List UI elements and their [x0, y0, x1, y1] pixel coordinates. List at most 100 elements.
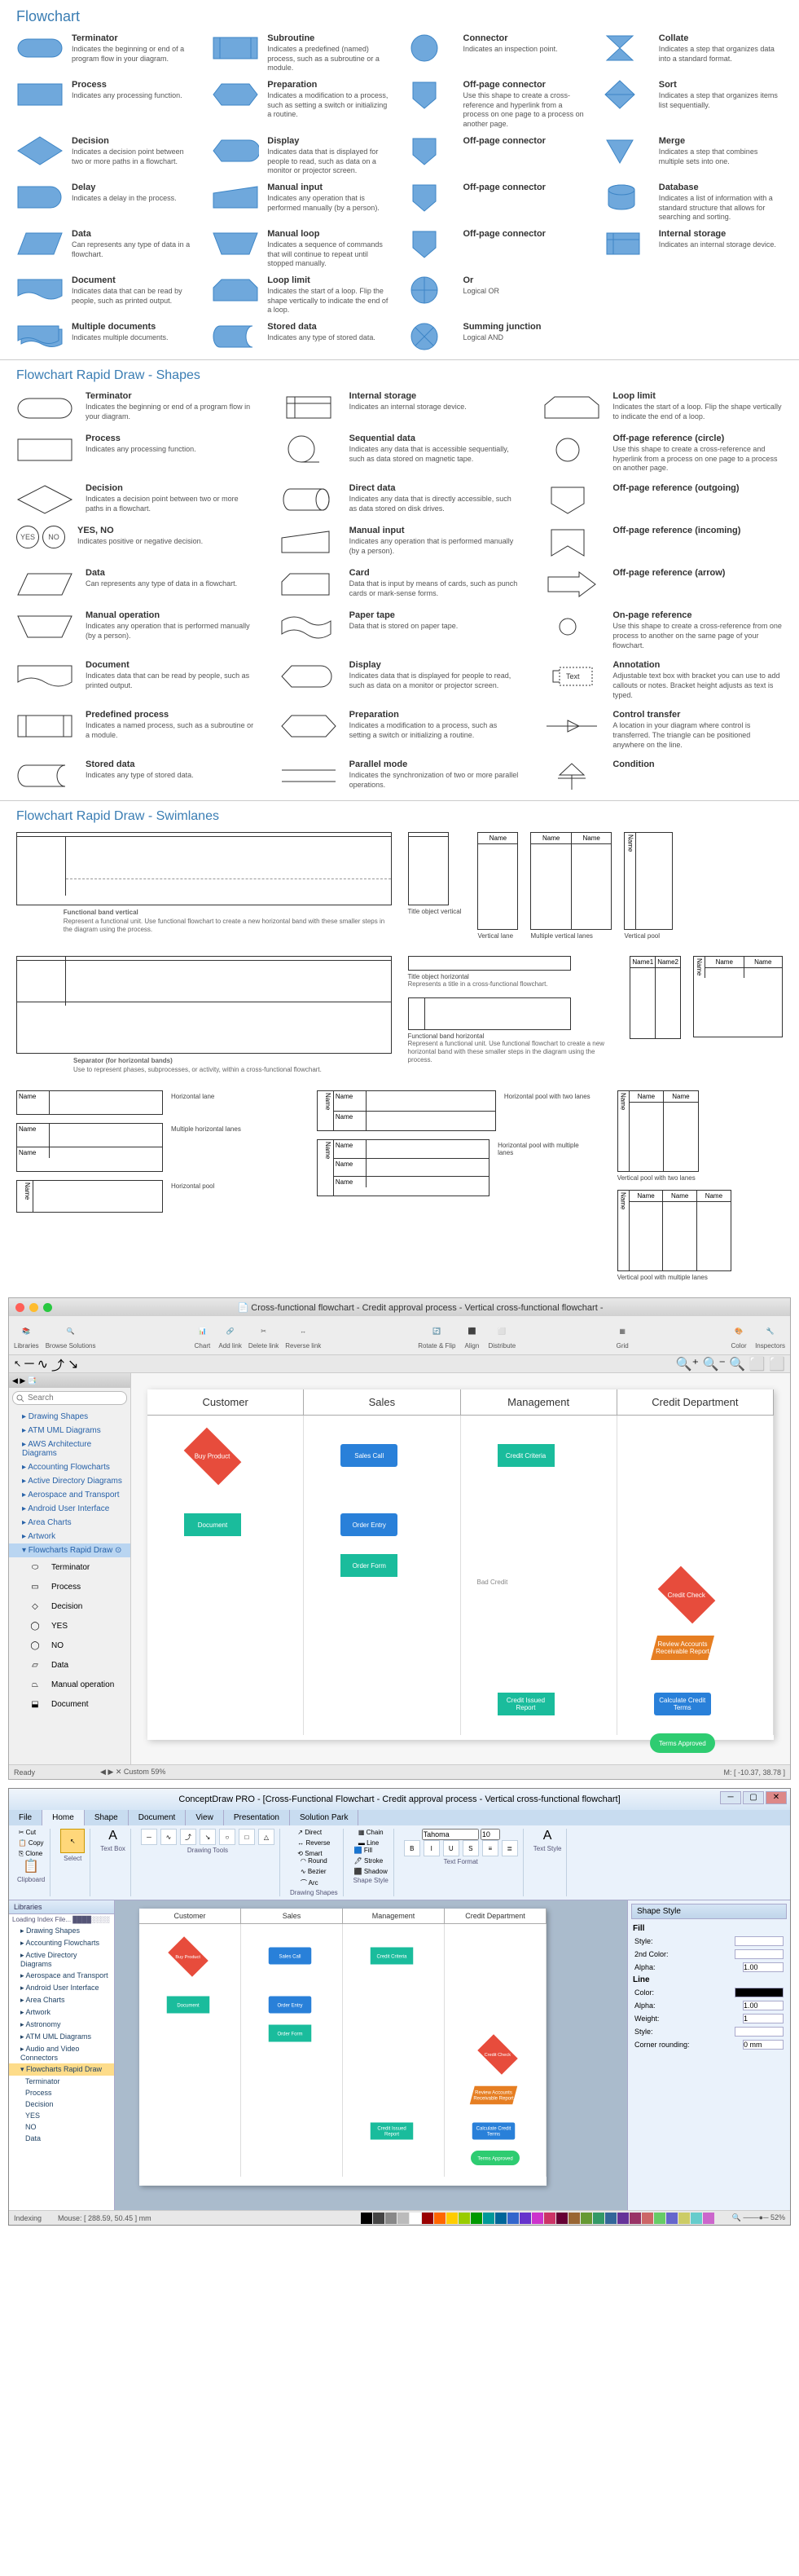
- shape-palette-item[interactable]: ⏢Manual operation: [9, 1675, 130, 1694]
- color-swatch[interactable]: [642, 2213, 653, 2224]
- tab-shape[interactable]: Shape: [85, 1810, 129, 1825]
- node-approved[interactable]: Terms Approved: [650, 1733, 715, 1753]
- color-swatches[interactable]: [359, 2211, 716, 2226]
- color-swatch[interactable]: [471, 2213, 482, 2224]
- browse-solutions-button[interactable]: 🔍Browse Solutions: [46, 1321, 96, 1350]
- win-shape-item[interactable]: Data: [9, 2133, 114, 2144]
- color-swatch[interactable]: [581, 2213, 592, 2224]
- grid-button[interactable]: ▦Grid: [612, 1321, 632, 1350]
- color-swatch[interactable]: [507, 2213, 519, 2224]
- zoom-button[interactable]: [43, 1303, 52, 1312]
- color-swatch[interactable]: [520, 2213, 531, 2224]
- sidebar-item[interactable]: ▸ Aerospace and Transport: [9, 1488, 130, 1502]
- color-swatch[interactable]: [654, 2213, 665, 2224]
- sidebar-item[interactable]: ▸ AWS Architecture Diagrams: [9, 1438, 130, 1460]
- color-swatch[interactable]: [422, 2213, 433, 2224]
- reverse-link-button[interactable]: ↔Reverse link: [285, 1321, 321, 1350]
- node-order-form[interactable]: Order Form: [340, 1554, 397, 1577]
- color-swatch[interactable]: [605, 2213, 617, 2224]
- color-button[interactable]: 🎨Color: [729, 1321, 749, 1350]
- win-sidebar-item[interactable]: ▸ ATM UML Diagrams: [9, 2031, 114, 2043]
- minimize-button[interactable]: [29, 1303, 38, 1312]
- win-sidebar-item[interactable]: ▸ Audio and Video Connectors: [9, 2043, 114, 2063]
- shape-palette-item[interactable]: ◯YES: [9, 1616, 130, 1636]
- color-swatch[interactable]: [385, 2213, 397, 2224]
- shape-palette-item[interactable]: ⬭Terminator: [9, 1557, 130, 1577]
- win-close-button[interactable]: ✕: [766, 1791, 787, 1804]
- chart-button[interactable]: 📊Chart: [192, 1321, 212, 1350]
- distribute-button[interactable]: ⬜Distribute: [488, 1321, 516, 1350]
- tab-view[interactable]: View: [186, 1810, 224, 1825]
- sidebar-item[interactable]: ▸ Artwork: [9, 1530, 130, 1543]
- win-sidebar-item[interactable]: ▸ Android User Interface: [9, 1982, 114, 1994]
- win-max-button[interactable]: ▢: [743, 1791, 764, 1804]
- tab-solution-park[interactable]: Solution Park: [290, 1810, 358, 1825]
- font-name-input[interactable]: [422, 1829, 479, 1840]
- canvas[interactable]: CustomerSalesManagementCredit Department…: [131, 1373, 790, 1764]
- sidebar-item-selected[interactable]: ▾ Flowcharts Rapid Draw ⊙: [9, 1543, 130, 1557]
- color-swatch[interactable]: [617, 2213, 629, 2224]
- sidebar-item[interactable]: ▸ Area Charts: [9, 1516, 130, 1530]
- color-swatch[interactable]: [446, 2213, 458, 2224]
- search-input[interactable]: [12, 1391, 127, 1405]
- sidebar-item[interactable]: ▸ Android User Interface: [9, 1502, 130, 1516]
- color-swatch[interactable]: [434, 2213, 446, 2224]
- color-swatch[interactable]: [410, 2213, 421, 2224]
- color-swatch[interactable]: [373, 2213, 384, 2224]
- node-buy[interactable]: Buy Product: [184, 1428, 242, 1486]
- tab-document[interactable]: Document: [129, 1810, 187, 1825]
- rotate-&-flip-button[interactable]: 🔄Rotate & Flip: [418, 1321, 455, 1350]
- win-shape-item[interactable]: Terminator: [9, 2076, 114, 2087]
- sidebar-item[interactable]: ▸ ATM UML Diagrams: [9, 1424, 130, 1438]
- sidebar-item[interactable]: ▸ Active Directory Diagrams: [9, 1474, 130, 1488]
- inspectors-button[interactable]: 🔧Inspectors: [755, 1321, 785, 1350]
- win-zoom[interactable]: 52%: [770, 2213, 785, 2222]
- add-link-button[interactable]: 🔗Add link: [218, 1321, 241, 1350]
- node-order-entry[interactable]: Order Entry: [340, 1513, 397, 1536]
- win-shape-item[interactable]: YES: [9, 2110, 114, 2121]
- color-swatch[interactable]: [678, 2213, 690, 2224]
- win-sidebar-item[interactable]: ▸ Aerospace and Transport: [9, 1970, 114, 1982]
- node-calc[interactable]: Calculate Credit Terms: [654, 1693, 711, 1715]
- node-sales-call[interactable]: Sales Call: [340, 1444, 397, 1467]
- tab-home[interactable]: Home: [42, 1810, 85, 1825]
- node-review[interactable]: Review Accounts Receivable Report: [651, 1636, 714, 1660]
- win-sidebar-item[interactable]: ▸ Astronomy: [9, 2019, 114, 2031]
- win-sidebar-item[interactable]: ▸ Active Directory Diagrams: [9, 1949, 114, 1970]
- delete-link-button[interactable]: ✂Delete link: [248, 1321, 279, 1350]
- corner-input[interactable]: [743, 2040, 784, 2050]
- color-swatch[interactable]: [666, 2213, 678, 2224]
- fill-color2-picker[interactable]: [735, 1949, 784, 1959]
- node-criteria[interactable]: Credit Criteria: [498, 1444, 555, 1467]
- alpha-input[interactable]: [743, 1962, 784, 1972]
- win-sidebar-item[interactable]: ▸ Accounting Flowcharts: [9, 1937, 114, 1949]
- sidebar-item[interactable]: ▸ Accounting Flowcharts: [9, 1460, 130, 1474]
- zoom-level[interactable]: Custom 59%: [124, 1768, 166, 1776]
- line-style-picker[interactable]: [735, 2027, 784, 2037]
- node-credit-check[interactable]: Credit Check: [657, 1566, 715, 1624]
- color-swatch[interactable]: [691, 2213, 702, 2224]
- color-swatch[interactable]: [532, 2213, 543, 2224]
- fill-style-picker[interactable]: [735, 1936, 784, 1946]
- color-swatch[interactable]: [495, 2213, 507, 2224]
- shape-palette-item[interactable]: ⬓Document: [9, 1694, 130, 1714]
- win-shape-item[interactable]: Process: [9, 2087, 114, 2098]
- tab-presentation[interactable]: Presentation: [224, 1810, 290, 1825]
- shape-palette-item[interactable]: ▱Data: [9, 1655, 130, 1675]
- color-swatch[interactable]: [544, 2213, 555, 2224]
- font-size-input[interactable]: [481, 1829, 500, 1840]
- color-swatch[interactable]: [593, 2213, 604, 2224]
- shape-palette-item[interactable]: ▭Process: [9, 1577, 130, 1596]
- libraries-button[interactable]: 📚Libraries: [14, 1321, 39, 1350]
- node-issued[interactable]: Credit Issued Report: [498, 1693, 555, 1715]
- win-sidebar-item[interactable]: ▸ Artwork: [9, 2006, 114, 2019]
- win-sidebar-selected[interactable]: ▾ Flowcharts Rapid Draw: [9, 2063, 114, 2076]
- line-color-picker[interactable]: [735, 1988, 784, 1997]
- node-document[interactable]: Document: [184, 1513, 241, 1536]
- shape-palette-item[interactable]: ◯NO: [9, 1636, 130, 1655]
- close-button[interactable]: [15, 1303, 24, 1312]
- win-min-button[interactable]: ─: [720, 1791, 741, 1804]
- color-swatch[interactable]: [556, 2213, 568, 2224]
- win-shape-item[interactable]: Decision: [9, 2098, 114, 2110]
- win-canvas[interactable]: CustomerSalesManagementCredit Department…: [115, 1900, 627, 2210]
